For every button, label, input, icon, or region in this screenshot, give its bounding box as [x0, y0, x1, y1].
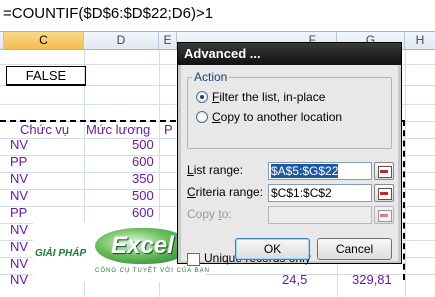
collapse-dialog-icon — [378, 166, 392, 178]
cancel-button[interactable]: Cancel — [317, 238, 392, 260]
cell-c-row7[interactable]: NV — [10, 239, 28, 254]
cell-c-row3[interactable]: NV — [10, 171, 28, 186]
cell-d-row3[interactable]: 350 — [132, 171, 154, 186]
collapse-dialog-icon — [378, 188, 392, 200]
criteria-range-collapse-button[interactable] — [374, 184, 394, 202]
dialog-title: Advanced ... — [184, 46, 261, 61]
cell-f-row9[interactable]: 24,5 — [282, 272, 307, 287]
ok-button[interactable]: OK — [235, 238, 310, 260]
logo-brand: Excel — [95, 228, 190, 264]
action-group: Action Filter the list, in-place Copy to… — [187, 70, 392, 149]
logo-slogan: CÔNG CỤ TUYỆT VỜI CỦA BẠN — [95, 268, 210, 274]
cell-c-row4[interactable]: NV — [10, 188, 28, 203]
radio-filter-in-place-button[interactable] — [196, 91, 208, 103]
collapse-dialog-icon — [378, 210, 392, 222]
cell-d-row5[interactable]: 600 — [132, 205, 154, 220]
cell-c-row8[interactable]: NV — [10, 256, 28, 271]
cell-c-row9[interactable]: NV — [10, 272, 28, 287]
cell-d-row4[interactable]: 500 — [132, 188, 154, 203]
list-range-collapse-button[interactable] — [374, 162, 394, 180]
cell-d-row2[interactable]: 600 — [132, 154, 154, 169]
list-range-marquee-right — [403, 120, 405, 280]
cell-d-row1[interactable]: 500 — [132, 137, 154, 152]
action-legend: Action — [192, 70, 230, 84]
column-header-c[interactable]: C — [4, 32, 84, 49]
copy-to-collapse-button — [374, 206, 394, 224]
cell-g-row9[interactable]: 329,81 — [352, 272, 392, 287]
column-header-h[interactable]: H — [405, 32, 435, 49]
cell-c-row2[interactable]: PP — [10, 154, 27, 169]
formula-text[interactable]: =COUNTIF($D$6:$D$22;D6)>1 — [3, 5, 213, 22]
header-partial-e[interactable]: P — [164, 122, 173, 137]
column-header-e[interactable]: E — [159, 32, 177, 49]
cell-c-row6[interactable]: NV — [10, 222, 28, 237]
criteria-range-label: Criteria range: — [187, 185, 264, 199]
copy-to-input — [268, 206, 372, 224]
list-range-label: List range: — [187, 163, 244, 177]
cell-c-row1[interactable]: NV — [10, 137, 28, 152]
formula-bar[interactable]: =COUNTIF($D$6:$D$22;D6)>1 — [0, 0, 435, 32]
unique-records-checkbox[interactable] — [187, 253, 200, 266]
logo-left-text: GIẢI PHÁP — [35, 248, 87, 259]
list-range-input[interactable]: $A$5:$G$22 — [268, 162, 372, 180]
copy-to-label: Copy to: — [187, 207, 232, 221]
criteria-range-input[interactable]: $C$1:$C$2 — [268, 184, 372, 202]
advanced-filter-dialog: Advanced ... Action Filter the list, in-… — [177, 42, 402, 266]
header-muc-luong[interactable]: Mức lương — [86, 122, 150, 137]
column-header-d[interactable]: D — [84, 32, 159, 49]
dialog-body: Action Filter the list, in-place Copy to… — [181, 65, 398, 266]
criteria-cell-c2[interactable]: FALSE — [6, 66, 86, 86]
cell-c-row5[interactable]: PP — [10, 205, 27, 220]
radio-copy-to-location-button[interactable] — [196, 111, 208, 123]
header-chuc-vu[interactable]: Chức vụ — [20, 122, 69, 137]
dialog-title-bar[interactable]: Advanced ... — [178, 43, 401, 65]
